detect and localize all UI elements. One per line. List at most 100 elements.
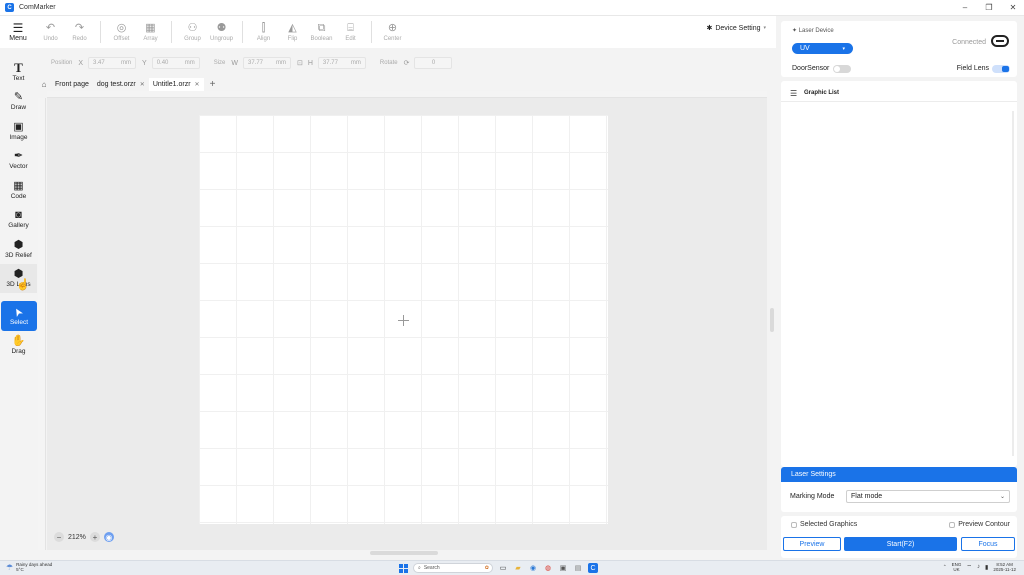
x-position-input[interactable]: 3.47 mm bbox=[88, 57, 137, 69]
battery-icon[interactable]: ▮ bbox=[985, 564, 988, 571]
tab-front-page[interactable]: Front page bbox=[51, 78, 93, 91]
tab-label: Front page bbox=[55, 81, 89, 88]
center-target-icon: ⊕ bbox=[387, 22, 398, 34]
center-button[interactable]: ⊕ Center bbox=[378, 17, 407, 47]
tab-dog-test[interactable]: dog test.orzr ✕ bbox=[93, 78, 149, 91]
tool-image[interactable]: ▣ Image bbox=[0, 116, 37, 146]
lock-ratio-icon[interactable]: ⊡ bbox=[297, 59, 303, 67]
preview-button[interactable]: Preview bbox=[783, 537, 841, 551]
divider bbox=[781, 101, 1017, 102]
height-input[interactable]: 37.77 mm bbox=[317, 57, 366, 69]
rotate-input[interactable]: 0 bbox=[414, 57, 453, 69]
pen-icon: ✎ bbox=[13, 91, 24, 104]
clock[interactable]: 8:52 AM 2025-11-12 bbox=[993, 562, 1016, 572]
field-lens-toggle[interactable] bbox=[992, 65, 1010, 73]
redo-button[interactable]: ↷ Redo bbox=[65, 17, 94, 47]
zoom-in-button[interactable]: + bbox=[89, 532, 100, 542]
width-input[interactable]: 37.77 mm bbox=[242, 57, 291, 69]
toggle-knob bbox=[1002, 66, 1009, 72]
tool-label: Gallery bbox=[8, 222, 29, 230]
laser-settings-header[interactable]: Laser Settings bbox=[781, 467, 1017, 482]
tool-vector[interactable]: ✒ Vector bbox=[0, 146, 37, 176]
start-button[interactable]: Start(F2) bbox=[844, 537, 957, 551]
device-setting-button[interactable]: ✱ Device Setting ▾ bbox=[706, 24, 766, 33]
file-explorer-icon[interactable]: ▰ bbox=[513, 563, 523, 573]
w-value: 37.77 bbox=[247, 60, 263, 66]
selected-graphics-option[interactable]: Selected Graphics bbox=[791, 521, 857, 528]
laser-device-text: Laser Device bbox=[798, 28, 834, 34]
chrome-icon[interactable]: ◍ bbox=[543, 563, 553, 573]
tool-code[interactable]: ▦ Code bbox=[0, 175, 37, 205]
language-indicator[interactable]: ENG UK bbox=[952, 562, 962, 572]
commarker-taskbar-icon[interactable]: C bbox=[588, 563, 598, 573]
task-view-icon[interactable]: ▭ bbox=[498, 563, 508, 573]
close-icon[interactable]: ✕ bbox=[140, 81, 145, 88]
marking-mode-value: Flat mode bbox=[851, 493, 883, 500]
property-bar: Position X 3.47 mm Y 0.40 mm Size W 37.77 m… bbox=[37, 52, 776, 74]
door-sensor-label: DoorSensor bbox=[792, 65, 830, 72]
tool-label: Text bbox=[12, 74, 25, 82]
browser-icon[interactable]: ◉ bbox=[528, 563, 538, 573]
chevron-up-icon[interactable]: ⌃ bbox=[943, 564, 947, 570]
cube-icon: ⬢ bbox=[13, 238, 24, 251]
tab-untitle1[interactable]: Untitle1.orzr ✕ bbox=[148, 78, 204, 91]
home-icon[interactable]: ⌂ bbox=[37, 80, 51, 89]
minimize-button[interactable]: – bbox=[960, 2, 970, 13]
menu-button[interactable]: ☰ Menu bbox=[0, 16, 36, 48]
taskbar-center: ⌕ Search ✿ ▭ ▰ ◉ ◍ ▣ ▤ C bbox=[399, 563, 598, 573]
array-button[interactable]: ▦ Array bbox=[136, 17, 165, 47]
marking-mode-select[interactable]: Flat mode ⌄ bbox=[846, 490, 1010, 503]
windows-start-icon[interactable] bbox=[399, 563, 408, 573]
edit-button[interactable]: ⌸ Edit bbox=[336, 17, 365, 47]
restore-button[interactable]: ❐ bbox=[984, 2, 994, 13]
preview-contour-option[interactable]: Preview Contour bbox=[949, 521, 1010, 528]
align-icon: ⫿ bbox=[261, 22, 266, 34]
device-select[interactable]: UV ▾ bbox=[792, 43, 853, 54]
close-button[interactable]: ✕ bbox=[1008, 2, 1018, 13]
tool-label: Draw bbox=[10, 104, 27, 112]
toolbar-divider bbox=[371, 21, 372, 43]
checkbox[interactable] bbox=[949, 521, 956, 528]
list-icon: ☰ bbox=[790, 89, 798, 98]
boolean-button[interactable]: ⧉ Boolean bbox=[307, 17, 336, 47]
graphic-list-panel: ☰ Graphic List bbox=[781, 81, 1017, 467]
tool-text[interactable]: T Text bbox=[0, 57, 37, 87]
add-tab-icon[interactable]: + bbox=[210, 79, 216, 90]
zoom-out-button[interactable]: − bbox=[54, 532, 64, 542]
tool-drag[interactable]: ✋ Drag bbox=[0, 331, 37, 361]
ungroup-button[interactable]: ⚉ Ungroup bbox=[207, 17, 236, 47]
align-button[interactable]: ⫿ Align bbox=[249, 17, 278, 47]
door-sensor-toggle[interactable] bbox=[833, 65, 851, 73]
right-panel: ✦ Laser Device UV ▾ Connected DoorSensor … bbox=[778, 16, 1024, 560]
zoom-level: 212% bbox=[68, 533, 86, 541]
x-axis-label: X bbox=[78, 59, 84, 67]
volume-icon[interactable]: ♪ bbox=[977, 564, 980, 570]
group-button[interactable]: ⚇ Group bbox=[178, 17, 207, 47]
tool-select[interactable]: ➤ Select bbox=[1, 301, 37, 331]
fit-view-icon[interactable]: ◉ bbox=[103, 532, 114, 542]
notes-icon[interactable]: ▤ bbox=[573, 563, 583, 573]
app-icon[interactable]: ▣ bbox=[558, 563, 568, 573]
checkbox[interactable] bbox=[791, 521, 797, 528]
tool-3d-relief[interactable]: ⬢ 3D Relief bbox=[0, 234, 37, 264]
marking-mode-label: Marking Mode bbox=[790, 493, 835, 500]
tool-gallery[interactable]: ◙ Gallery bbox=[0, 205, 37, 235]
unit-label: mm bbox=[275, 60, 286, 66]
close-icon[interactable]: ✕ bbox=[195, 81, 200, 88]
field-lens-label: Field Lens bbox=[956, 65, 989, 72]
offset-button[interactable]: ◎ Offset bbox=[107, 17, 136, 47]
weather-widget[interactable]: ☂ Rainy days ahead 5°C bbox=[6, 562, 52, 572]
laser-icon: ✦ bbox=[792, 28, 799, 34]
graphic-list-scrollbar[interactable] bbox=[1012, 111, 1014, 456]
taskbar-search[interactable]: ⌕ Search ✿ bbox=[413, 563, 493, 573]
vertical-scrollbar[interactable] bbox=[770, 308, 774, 332]
tool-draw[interactable]: ✎ Draw bbox=[0, 87, 37, 117]
wifi-icon[interactable]: ⌔ bbox=[966, 563, 972, 571]
focus-button[interactable]: Focus bbox=[961, 537, 1015, 551]
undo-button[interactable]: ↶ Undo bbox=[36, 17, 65, 47]
document-tabs: ⌂ Front page dog test.orzr ✕ Untitle1.orz… bbox=[37, 78, 776, 91]
horizontal-scrollbar[interactable] bbox=[370, 551, 438, 555]
link-icon[interactable] bbox=[991, 35, 1009, 47]
flip-button[interactable]: ◭ Flip bbox=[278, 17, 307, 47]
y-position-input[interactable]: 0.40 mm bbox=[151, 57, 200, 69]
